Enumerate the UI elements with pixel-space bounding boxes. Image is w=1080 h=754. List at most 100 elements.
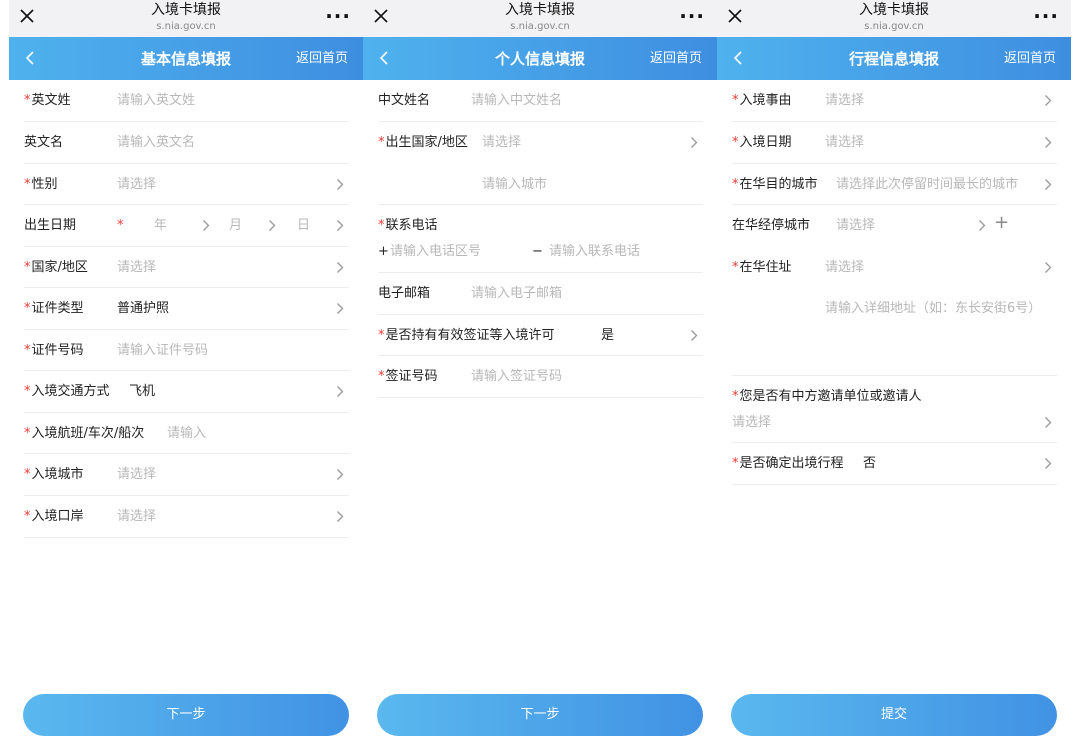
chevron-right-icon bbox=[337, 220, 344, 231]
next-button[interactable]: 下一步 bbox=[23, 694, 349, 736]
surname-label: *英文姓 bbox=[24, 93, 71, 108]
destination-select[interactable]: 请选择此次停留时间最长的城市 bbox=[836, 177, 1018, 193]
birth-city-input[interactable]: 请输入城市 bbox=[482, 177, 547, 193]
chevron-right-icon bbox=[1045, 262, 1052, 273]
entry-city-select[interactable]: 请选择 bbox=[117, 467, 156, 483]
dash-sign: − bbox=[532, 244, 543, 259]
purpose-select[interactable]: 请选择 bbox=[825, 93, 864, 109]
chevron-right-icon bbox=[337, 386, 344, 397]
chinese-name-row[interactable]: 中文姓名 请输入中文姓名 bbox=[378, 80, 703, 122]
birth-country-select[interactable]: 请选择 bbox=[482, 135, 521, 151]
destination-row[interactable]: *在华目的城市 请选择此次停留时间最长的城市 bbox=[732, 164, 1057, 205]
more-icon[interactable]: ··· bbox=[679, 4, 705, 28]
chevron-right-icon bbox=[1045, 179, 1052, 190]
entry-port-label: *入境口岸 bbox=[24, 509, 84, 524]
stopover-row[interactable]: 在华经停城市 请选择 + bbox=[732, 205, 1057, 247]
country-select[interactable]: 请选择 bbox=[117, 260, 156, 276]
gender-row[interactable]: *性别 请选择 bbox=[24, 164, 349, 205]
add-icon[interactable]: + bbox=[994, 213, 1009, 233]
email-row[interactable]: 电子邮箱 请输入电子邮箱 bbox=[378, 273, 703, 315]
visa-number-row[interactable]: *签证号码 请输入签证号码 bbox=[378, 356, 703, 398]
browser-bar: 入境卡填报 s.nia.gov.cn ··· bbox=[363, 0, 717, 37]
doc-type-select[interactable]: 普通护照 bbox=[117, 301, 169, 317]
chinese-name-input[interactable]: 请输入中文姓名 bbox=[471, 93, 562, 109]
inviter-label: *您是否有中方邀请单位或邀请人 bbox=[732, 389, 922, 404]
browser-url: s.nia.gov.cn bbox=[156, 21, 216, 32]
chevron-right-icon bbox=[337, 179, 344, 190]
browser-url: s.nia.gov.cn bbox=[510, 21, 570, 32]
gender-select[interactable]: 请选择 bbox=[117, 177, 156, 193]
birth-month-select[interactable]: 月 bbox=[229, 218, 242, 234]
chevron-right-icon bbox=[203, 220, 210, 231]
browser-bar: 入境卡填报 s.nia.gov.cn ··· bbox=[9, 0, 363, 37]
surname-input[interactable]: 请输入英文姓 bbox=[117, 93, 195, 109]
entry-city-label: *入境城市 bbox=[24, 467, 84, 482]
birth-date-label: 出生日期 bbox=[24, 218, 77, 233]
birth-date-row[interactable]: 出生日期 * 年 月 日 bbox=[24, 205, 349, 247]
next-button[interactable]: 下一步 bbox=[377, 694, 703, 736]
exit-plan-row[interactable]: *是否确定出境行程 否 bbox=[732, 443, 1057, 485]
entry-port-select[interactable]: 请选择 bbox=[117, 509, 156, 525]
country-label: *国家/地区 bbox=[24, 260, 88, 275]
home-link[interactable]: 返回首页 bbox=[650, 50, 702, 68]
home-link[interactable]: 返回首页 bbox=[296, 50, 348, 68]
browser-bar: 入境卡填报 s.nia.gov.cn ··· bbox=[717, 0, 1071, 37]
more-icon[interactable]: ··· bbox=[1033, 4, 1059, 28]
chevron-right-icon bbox=[269, 220, 276, 231]
inviter-row[interactable]: *您是否有中方邀请单位或邀请人 请选择 bbox=[732, 376, 1057, 443]
flight-row[interactable]: *入境航班/车次/船次 请输入 bbox=[24, 413, 349, 454]
doc-type-row[interactable]: *证件类型 普通护照 bbox=[24, 288, 349, 330]
purpose-label: *入境事由 bbox=[732, 93, 792, 108]
visa-hold-select[interactable]: 是 bbox=[601, 328, 614, 344]
email-input[interactable]: 请输入电子邮箱 bbox=[471, 286, 562, 302]
chevron-right-icon bbox=[337, 303, 344, 314]
birth-country-row[interactable]: *出生国家/地区 请选择 请输入城市 bbox=[378, 122, 703, 205]
birth-day-select[interactable]: 日 bbox=[297, 218, 310, 234]
doc-number-row[interactable]: *证件号码 请输入证件号码 bbox=[24, 330, 349, 371]
address-row[interactable]: *在华住址 请选择 请输入详细地址（如：东长安街6号） bbox=[732, 247, 1057, 376]
surname-row[interactable]: *英文姓 请输入英文姓 bbox=[24, 80, 349, 122]
inviter-select[interactable]: 请选择 bbox=[732, 415, 771, 431]
address-label: *在华住址 bbox=[732, 260, 792, 275]
country-row[interactable]: *国家/地区 请选择 bbox=[24, 247, 349, 288]
page-header: 基本信息填报 返回首页 bbox=[9, 37, 363, 80]
phone-row[interactable]: *联系电话 + 请输入电话区号 − 请输入联系电话 bbox=[378, 205, 703, 273]
chevron-right-icon bbox=[337, 511, 344, 522]
exit-plan-select[interactable]: 否 bbox=[863, 456, 876, 472]
entry-port-row[interactable]: *入境口岸 请选择 bbox=[24, 496, 349, 538]
birth-year-select[interactable]: 年 bbox=[154, 218, 167, 234]
chevron-right-icon bbox=[979, 220, 986, 231]
browser-url: s.nia.gov.cn bbox=[864, 21, 924, 32]
given-name-label: 英文名 bbox=[24, 135, 64, 150]
flight-input[interactable]: 请输入 bbox=[167, 426, 206, 442]
address-detail-input[interactable]: 请输入详细地址（如：东长安街6号） bbox=[825, 301, 1041, 317]
entry-city-row[interactable]: *入境城市 请选择 bbox=[24, 454, 349, 496]
entry-date-select[interactable]: 请选择 bbox=[825, 135, 864, 151]
stopover-select[interactable]: 请选择 bbox=[836, 218, 875, 234]
submit-button[interactable]: 提交 bbox=[731, 694, 1057, 736]
page-header: 行程信息填报 返回首页 bbox=[717, 37, 1071, 80]
browser-title: 入境卡填报 bbox=[151, 2, 221, 18]
phone-number-input[interactable]: 请输入联系电话 bbox=[549, 244, 640, 260]
given-name-row[interactable]: 英文名 请输入英文名 bbox=[24, 122, 349, 164]
address-select[interactable]: 请选择 bbox=[825, 260, 864, 276]
given-name-input[interactable]: 请输入英文名 bbox=[117, 135, 195, 151]
phone-code-input[interactable]: 请输入电话区号 bbox=[390, 244, 481, 260]
phone-label: *联系电话 bbox=[378, 218, 438, 233]
transport-row[interactable]: *入境交通方式 飞机 bbox=[24, 371, 349, 413]
transport-select[interactable]: 飞机 bbox=[129, 384, 155, 400]
chevron-right-icon bbox=[691, 330, 698, 341]
visa-number-input[interactable]: 请输入签证号码 bbox=[471, 369, 562, 385]
home-link[interactable]: 返回首页 bbox=[1004, 50, 1056, 68]
chevron-right-icon bbox=[1045, 95, 1052, 106]
chevron-right-icon bbox=[1045, 458, 1052, 469]
entry-date-row[interactable]: *入境日期 请选择 bbox=[732, 122, 1057, 164]
more-icon[interactable]: ··· bbox=[325, 4, 351, 28]
doc-number-input[interactable]: 请输入证件号码 bbox=[117, 343, 208, 359]
required-mark: * bbox=[117, 218, 124, 233]
purpose-row[interactable]: *入境事由 请选择 bbox=[732, 80, 1057, 122]
email-label: 电子邮箱 bbox=[378, 286, 431, 301]
visa-hold-row[interactable]: *是否持有有效签证等入境许可 是 bbox=[378, 315, 703, 356]
exit-plan-label: *是否确定出境行程 bbox=[732, 456, 844, 471]
visa-number-label: *签证号码 bbox=[378, 369, 438, 384]
